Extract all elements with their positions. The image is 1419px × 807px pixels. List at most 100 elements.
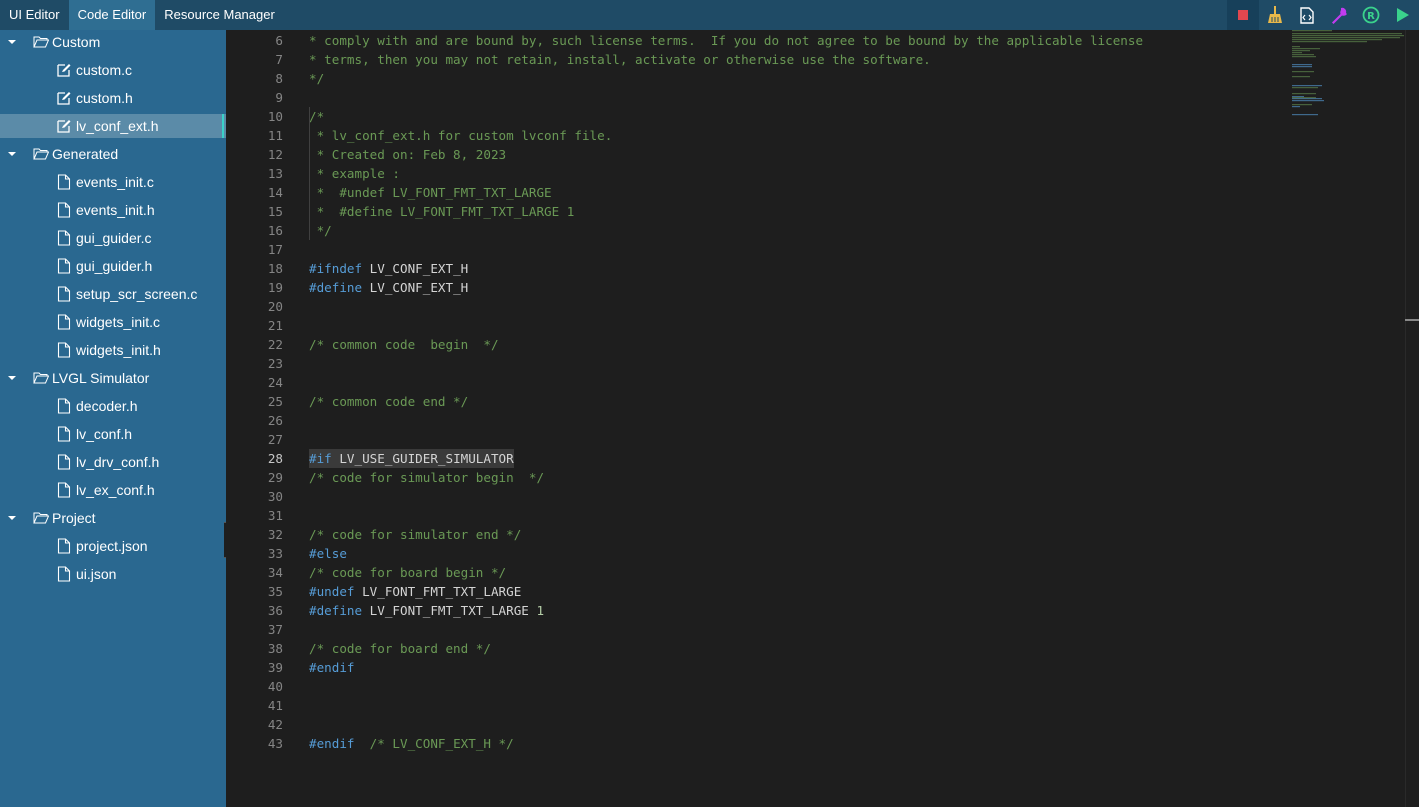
file-custom-h[interactable]: custom.h	[0, 86, 226, 110]
code-token: #undef	[309, 584, 355, 599]
code-token: /* common code end */	[309, 394, 469, 409]
register-button[interactable]: R	[1355, 0, 1387, 30]
line-code: #else	[309, 544, 347, 563]
file-label: lv_conf.h	[76, 426, 133, 442]
line-number: 11	[267, 128, 283, 143]
line-number: 38	[267, 641, 283, 656]
file-lv-ex-conf-h[interactable]: lv_ex_conf.h	[0, 478, 226, 502]
line-code: * lv_conf_ext.h for custom lvconf file.	[309, 126, 613, 145]
tab-code-editor[interactable]: Code Editor	[68, 0, 156, 30]
code-token: * comply with and are bound by, such lic…	[309, 33, 1144, 48]
code-token: #endif	[309, 736, 355, 751]
code-token: LV_CONF_EXT_H	[362, 280, 469, 295]
vertical-scrollbar[interactable]	[1405, 30, 1419, 807]
folder-open-icon	[33, 148, 49, 160]
run-icon	[1397, 8, 1409, 22]
folder-label: Project	[52, 510, 96, 526]
line-code: */	[309, 221, 332, 240]
file-widgets-init-c[interactable]: widgets_init.c	[0, 310, 226, 334]
code-token: #else	[309, 546, 347, 561]
file-events-init-h[interactable]: events_init.h	[0, 198, 226, 222]
line-number: 19	[267, 280, 283, 295]
line-code: /* common code begin */	[309, 335, 499, 354]
line-number: 35	[267, 584, 283, 599]
file-icon	[57, 398, 71, 414]
line-code: * terms, then you may not retain, instal…	[309, 50, 931, 69]
file-setup-scr-screen-c[interactable]: setup_scr_screen.c	[0, 282, 226, 306]
file-label: custom.c	[76, 62, 133, 78]
code-token: #if	[309, 451, 332, 466]
code-editor[interactable]: 6 * comply with and are bound by, such li…	[226, 30, 1419, 807]
chevron-down-icon	[8, 516, 16, 520]
line-number: 28	[267, 451, 283, 466]
code-line: 13 * example :	[226, 164, 1286, 183]
code-token: /* LV_CONF_EXT_H */	[354, 736, 514, 751]
line-number: 9	[275, 90, 283, 105]
folder-label: Custom	[52, 34, 101, 50]
file-icon	[57, 230, 71, 246]
file-label: lv_conf_ext.h	[76, 118, 159, 134]
file-events-init-c[interactable]: events_init.c	[0, 170, 226, 194]
file-decoder-h[interactable]: decoder.h	[0, 394, 226, 418]
settings-button[interactable]	[1323, 0, 1355, 30]
file-label: lv_ex_conf.h	[76, 482, 155, 498]
code-token: * Created on: Feb 8, 2023	[309, 147, 507, 162]
file-custom-c[interactable]: custom.c	[0, 58, 226, 82]
scrollbar-cursor-marker	[1405, 319, 1419, 321]
file-icon	[57, 174, 71, 190]
file-lv-drv-conf-h[interactable]: lv_drv_conf.h	[0, 450, 226, 474]
code-line: 36 #define LV_FONT_FMT_TXT_LARGE 1	[226, 601, 1286, 620]
line-number: 29	[267, 470, 283, 485]
line-number: 22	[267, 337, 283, 352]
code-file-icon	[1300, 6, 1314, 24]
folder-project[interactable]: Project	[0, 506, 226, 530]
generate-code-button[interactable]	[1291, 0, 1323, 30]
code-line: 24	[226, 373, 1286, 392]
line-code: * #define LV_FONT_FMT_TXT_LARGE 1	[309, 202, 575, 221]
file-project-json[interactable]: project.json	[0, 534, 226, 558]
code-line: 16 */	[226, 221, 1286, 240]
code-line: 29 /* code for simulator begin */	[226, 468, 1286, 487]
file-lv-conf-h[interactable]: lv_conf.h	[0, 422, 226, 446]
file-lv-conf-ext-h[interactable]: lv_conf_ext.h	[0, 114, 226, 138]
line-code: * #undef LV_FONT_FMT_TXT_LARGE	[309, 183, 552, 202]
minimap[interactable]	[1292, 30, 1407, 120]
code-line: 42	[226, 715, 1286, 734]
folder-label: Generated	[52, 146, 119, 162]
clean-button[interactable]	[1259, 0, 1291, 30]
line-code: /* code for simulator begin */	[309, 468, 544, 487]
folder-custom[interactable]: Custom	[0, 30, 226, 54]
line-number: 23	[267, 356, 283, 371]
stop-button[interactable]	[1227, 0, 1259, 30]
line-number: 10	[267, 109, 283, 124]
file-gui-guider-c[interactable]: gui_guider.c	[0, 226, 226, 250]
folder-lvgl-simulator[interactable]: LVGL Simulator	[0, 366, 226, 390]
code-token: /* common code begin */	[309, 337, 499, 352]
code-line: 39 #endif	[226, 658, 1286, 677]
tab-resource-manager[interactable]: Resource Manager	[155, 0, 284, 30]
file-icon	[57, 566, 71, 582]
file-label: gui_guider.h	[76, 258, 153, 274]
line-number: 25	[267, 394, 283, 409]
file-label: widgets_init.h	[76, 342, 161, 358]
line-number: 18	[267, 261, 283, 276]
code-line: 28 #if LV_USE_GUIDER_SIMULATOR	[226, 449, 1286, 468]
file-gui-guider-h[interactable]: gui_guider.h	[0, 254, 226, 278]
folder-open-icon	[33, 512, 49, 524]
svg-text:R: R	[1367, 11, 1375, 22]
line-number: 12	[267, 147, 283, 162]
run-button[interactable]	[1387, 0, 1419, 30]
tab-ui-editor[interactable]: UI Editor	[0, 0, 69, 30]
chevron-down-icon	[8, 152, 16, 156]
file-ui-json[interactable]: ui.json	[0, 562, 226, 586]
code-line: 8 */	[226, 69, 1286, 88]
line-code: /* common code end */	[309, 392, 468, 411]
line-number: 26	[267, 413, 283, 428]
line-number: 15	[267, 204, 283, 219]
code-line: 22 /* common code begin */	[226, 335, 1286, 354]
folder-generated[interactable]: Generated	[0, 142, 226, 166]
line-code: * Created on: Feb 8, 2023	[309, 145, 507, 164]
line-number: 16	[267, 223, 283, 238]
file-widgets-init-h[interactable]: widgets_init.h	[0, 338, 226, 362]
code-token: * lv_conf_ext.h for custom lvconf file.	[309, 128, 613, 143]
